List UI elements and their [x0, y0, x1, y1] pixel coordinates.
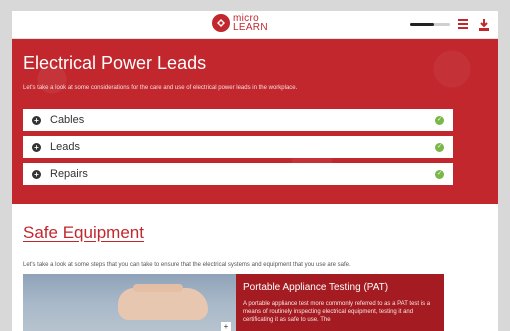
logo-line-2: LEARN	[233, 22, 268, 33]
equipment-photo: +	[23, 274, 236, 331]
logo[interactable]: micro LEARN	[212, 14, 268, 33]
course-frame: micro LEARN Electrical Power Leads Let's…	[12, 11, 498, 331]
hand-image	[118, 288, 208, 320]
plus-circle-icon: +	[32, 115, 41, 125]
finger-image	[133, 284, 183, 292]
check-circle-icon: ✓	[435, 142, 444, 152]
plus-circle-icon: +	[32, 169, 41, 179]
hero-title: Electrical Power Leads	[23, 53, 207, 73]
course-progress-bar	[410, 23, 450, 26]
microlearn-logo-icon	[212, 14, 230, 32]
top-bar: micro LEARN	[12, 11, 498, 39]
accordion-item-repairs[interactable]: + Repairs ✓	[23, 163, 453, 185]
hero-subtitle: Let's take a look at some considerations…	[23, 85, 298, 91]
section-title: Safe Equipment	[23, 223, 144, 242]
hamburger-menu-icon[interactable]	[458, 19, 468, 31]
accordion-item-cables[interactable]: + Cables ✓	[23, 109, 453, 131]
logo-wordmark: micro LEARN	[233, 14, 268, 33]
accordion-item-leads[interactable]: + Leads ✓	[23, 136, 453, 158]
plus-icon[interactable]: +	[221, 322, 231, 331]
accordion-label: Cables	[50, 114, 85, 126]
pat-info-card: Portable Appliance Testing (PAT) A porta…	[236, 274, 444, 331]
download-icon[interactable]	[479, 18, 489, 36]
accordion-label: Repairs	[50, 168, 88, 180]
hero-banner: Electrical Power Leads Let's take a look…	[12, 39, 498, 204]
check-circle-icon: ✓	[435, 115, 444, 125]
plus-circle-icon: +	[32, 142, 41, 152]
section-subtitle: Let's take a look at some steps that you…	[23, 262, 351, 268]
check-circle-icon: ✓	[435, 169, 444, 179]
card-body: A portable appliance test more commonly …	[243, 301, 431, 323]
accordion-label: Leads	[50, 141, 80, 153]
card-title: Portable Appliance Testing (PAT)	[243, 282, 389, 293]
course-progress-fill	[410, 23, 434, 26]
